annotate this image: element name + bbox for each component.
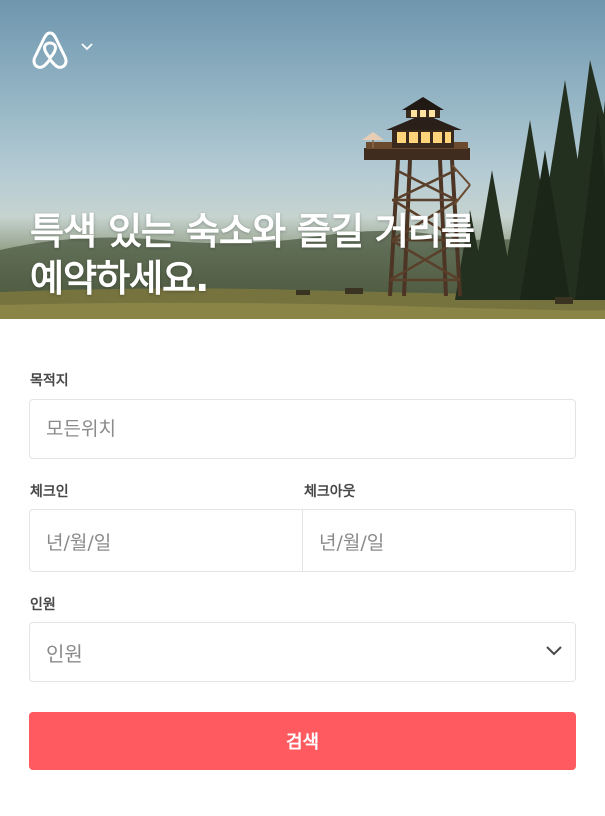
checkin-value: 년/월/일: [46, 532, 112, 554]
headline-line-2: 예약하세요.: [30, 257, 209, 300]
guests-select[interactable]: 인원: [29, 622, 576, 682]
destination-field[interactable]: [29, 399, 576, 459]
headline-line-1: 특색 있는 숙소와 즐길 거리를: [30, 210, 475, 253]
date-range-field: 년/월/일 년/월/일: [29, 509, 576, 572]
checkout-input[interactable]: 년/월/일: [302, 510, 575, 571]
guests-label: 인원: [30, 597, 56, 613]
checkout-value: 년/월/일: [319, 532, 385, 554]
checkout-label: 체크아웃: [304, 484, 356, 500]
hero-headline: 특색 있는 숙소와 즐길 거리를 예약하세요.: [30, 208, 570, 302]
destination-label: 목적지: [30, 373, 69, 389]
checkin-label: 체크인: [30, 484, 69, 500]
chevron-down-icon: [546, 646, 562, 656]
destination-input[interactable]: [30, 400, 575, 458]
search-button[interactable]: 검색: [29, 712, 576, 770]
chevron-down-icon[interactable]: [80, 42, 94, 52]
hero-banner: 특색 있는 숙소와 즐길 거리를 예약하세요.: [0, 0, 605, 319]
guests-selected-value: 인원: [46, 642, 83, 666]
checkin-input[interactable]: 년/월/일: [30, 510, 302, 571]
airbnb-logo-icon[interactable]: [30, 29, 70, 71]
